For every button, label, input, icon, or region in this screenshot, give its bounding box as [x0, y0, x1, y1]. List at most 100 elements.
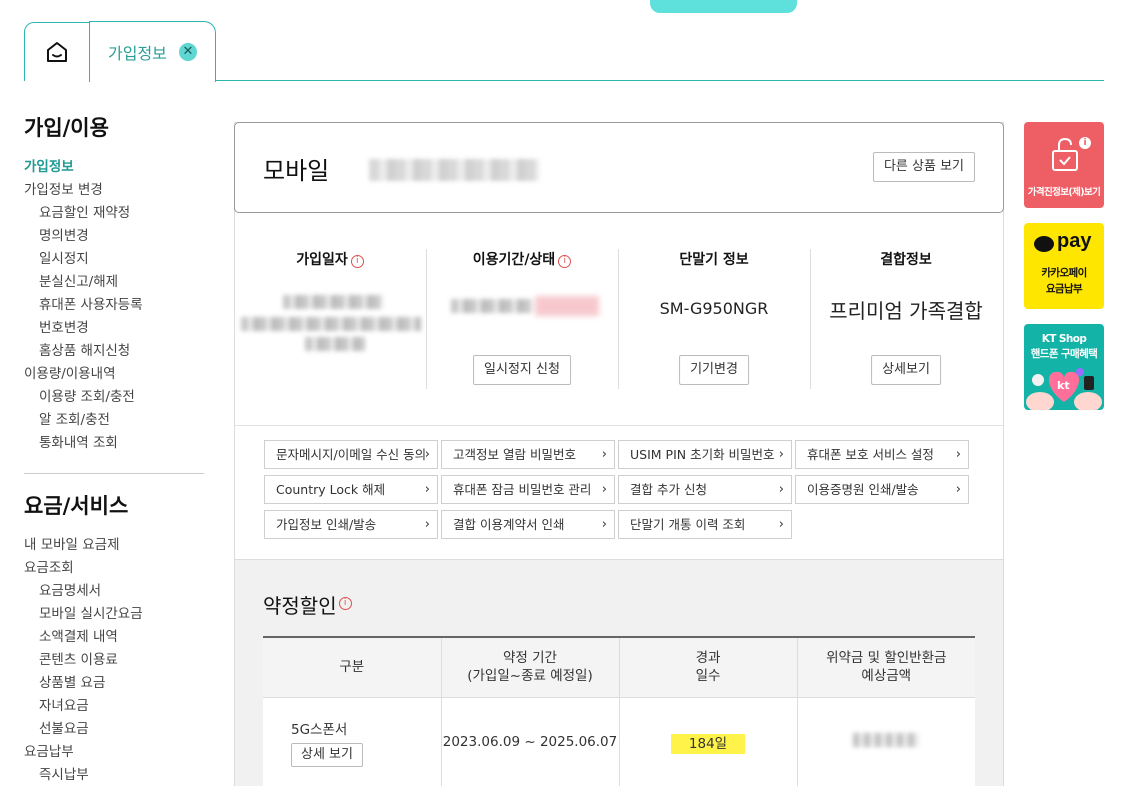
- quick-link-button[interactable]: 문자메시지/이메일 수신 동의 ›: [264, 440, 438, 469]
- cell-period: 2023.06.09 ~ 2025.06.07: [441, 697, 620, 786]
- info-icon[interactable]: i: [558, 255, 572, 268]
- chevron-right-icon: ›: [424, 517, 430, 532]
- tab-subscription-info[interactable]: 가입정보 ✕: [89, 21, 216, 82]
- quick-link-button[interactable]: 결합 이용계약서 인쇄 ›: [441, 510, 615, 539]
- sidebar-item[interactable]: 가입정보 변경: [24, 179, 204, 202]
- sidebar-item[interactable]: 요금납부: [24, 741, 204, 764]
- top-drawer-handle[interactable]: [650, 0, 797, 13]
- masked-value: [241, 317, 421, 331]
- sidebar-item[interactable]: 요금명세서: [24, 580, 204, 603]
- sidebar-item[interactable]: 번호변경: [24, 317, 204, 340]
- subscription-summary: 가입일자 i 이용기간/상태 i 일시정지 신청 단말기 정보 SM-G950NGR…: [235, 213, 1003, 425]
- sidebar-item[interactable]: 내 모바일 요금제: [24, 534, 204, 557]
- section-title: 약정할인: [263, 594, 337, 618]
- discount-type: 5G스폰서: [291, 721, 348, 738]
- sidebar-item[interactable]: 상품별 요금: [24, 672, 204, 695]
- masked-phone-number: [369, 159, 539, 181]
- quick-link-button[interactable]: 고객정보 열람 비밀번호 ›: [441, 440, 615, 469]
- sidebar-item[interactable]: 가입정보: [24, 156, 204, 179]
- sidebar-item[interactable]: 통화내역 조회: [24, 432, 204, 455]
- chevron-right-icon: ›: [424, 482, 430, 497]
- quick-link-label: 휴대폰 보호 서비스 설정: [807, 447, 934, 462]
- bundle-name: 프리미엄 가족결합: [829, 299, 983, 323]
- sidebar-item[interactable]: 즉시납부: [24, 764, 204, 786]
- sidebar-item[interactable]: 콘텐츠 이용료: [24, 649, 204, 672]
- banner-label: KT Shop: [1041, 333, 1087, 345]
- quick-links: 문자메시지/이메일 수신 동의 › 고객정보 열람 비밀번호 › USIM PIN 초기…: [235, 425, 1003, 559]
- contract-discount-section: 약정할인 i 구분 약정 기간 (가입일~종료 예정일) 경과 일수 위약금 및 할인…: [235, 559, 1003, 786]
- sidebar-item[interactable]: 명의변경: [24, 225, 204, 248]
- header-type: 구분: [263, 637, 442, 698]
- table-row: 5G스폰서 상세 보기 2023.06.09 ~ 2025.06.07 184일: [263, 697, 975, 786]
- quick-link-label: 고객정보 열람 비밀번호: [453, 447, 576, 462]
- other-products-button[interactable]: 다른 상품 보기: [872, 152, 975, 182]
- quick-link-button[interactable]: 휴대폰 보호 서비스 설정 ›: [795, 440, 969, 469]
- chevron-right-icon: ›: [424, 447, 430, 462]
- home-icon: [47, 42, 67, 62]
- info-icon[interactable]: i: [338, 597, 352, 610]
- sidebar-item[interactable]: 요금조회: [24, 557, 204, 580]
- info-icon: i: [1079, 137, 1091, 149]
- header-period: 약정 기간 (가입일~종료 예정일): [441, 637, 620, 698]
- cell-type: 5G스폰서 상세 보기: [263, 697, 442, 786]
- masked-amount: [853, 733, 920, 748]
- change-device-button[interactable]: 기기변경: [679, 355, 749, 385]
- join-date-column: 가입일자 i: [235, 249, 425, 389]
- sidebar-item[interactable]: 이용량/이용내역: [24, 363, 204, 386]
- speech-bubble-icon: [1034, 236, 1054, 252]
- column-heading: 결합정보: [880, 252, 932, 268]
- close-icon[interactable]: ✕: [178, 43, 197, 61]
- detail-button[interactable]: 상세 보기: [291, 742, 363, 767]
- quick-link-label: 휴대폰 잠금 비밀번호 관리: [453, 482, 592, 497]
- chevron-right-icon: ›: [601, 482, 607, 497]
- header-penalty: 위약금 및 할인반환금 예상금액: [797, 637, 975, 698]
- cell-days: 184일: [619, 697, 798, 786]
- kakaopay-logo: pay: [1034, 230, 1096, 255]
- sidebar-section-title: 가입/이용: [24, 116, 109, 140]
- chevron-right-icon: ›: [955, 447, 961, 462]
- elapsed-days: 184일: [670, 734, 746, 755]
- price-info-banner[interactable]: i 가격진정보(제)보기: [1024, 122, 1104, 208]
- info-icon[interactable]: i: [350, 255, 364, 268]
- sidebar-item[interactable]: 분실신고/해제: [24, 271, 204, 294]
- discount-table: 구분 약정 기간 (가입일~종료 예정일) 경과 일수 위약금 및 할인반환금 예상금…: [263, 636, 975, 786]
- column-heading: 이용기간/상태: [472, 252, 556, 268]
- bundle-info-column: 결합정보 프리미엄 가족결합 상세보기: [811, 249, 1001, 389]
- suspend-request-button[interactable]: 일시정지 신청: [473, 355, 571, 385]
- home-tab[interactable]: [24, 22, 90, 81]
- sidebar-item[interactable]: 일시정지: [24, 248, 204, 271]
- tab-label: 가입정보: [108, 44, 167, 63]
- header-days: 경과 일수: [619, 637, 798, 698]
- main-panel: 모바일 다른 상품 보기 가입일자 i 이용기간/상태 i 일시정지 신청 단말기 …: [234, 122, 1004, 786]
- chevron-right-icon: ›: [955, 482, 961, 497]
- quick-link-button[interactable]: 가입정보 인쇄/발송 ›: [264, 510, 438, 539]
- sidebar-item[interactable]: 이용량 조회/충전: [24, 386, 204, 409]
- sidebar-section-title: 요금/서비스: [24, 494, 129, 518]
- sidebar-item[interactable]: 소액결제 내역: [24, 626, 204, 649]
- quick-link-label: 결합 추가 신청: [630, 482, 707, 497]
- quick-link-button[interactable]: USIM PIN 초기화 비밀번호 ›: [618, 440, 792, 469]
- quick-link-label: 이용증명원 인쇄/발송: [807, 482, 919, 497]
- quick-link-button[interactable]: Country Lock 해제 ›: [264, 475, 438, 504]
- sidebar-item[interactable]: 모바일 실시간요금: [24, 603, 204, 626]
- kt-shop-banner[interactable]: KT Shop 핸드폰 구매혜택 kt: [1024, 324, 1104, 410]
- chevron-right-icon: ›: [601, 517, 607, 532]
- sidebar-item[interactable]: 자녀요금: [24, 695, 204, 718]
- quick-link-button[interactable]: 결합 추가 신청 ›: [618, 475, 792, 504]
- sidebar-item[interactable]: 알 조회/충전: [24, 409, 204, 432]
- masked-status: [535, 296, 599, 316]
- period-status-column: 이용기간/상태 i 일시정지 신청: [427, 249, 617, 389]
- quick-link-button[interactable]: 이용증명원 인쇄/발송 ›: [795, 475, 969, 504]
- mobile-title: 모바일: [263, 157, 330, 185]
- bundle-detail-button[interactable]: 상세보기: [871, 355, 941, 385]
- sidebar-item[interactable]: 요금할인 재약정: [24, 202, 204, 225]
- kakaopay-banner[interactable]: pay 카카오페이 요금납부: [1024, 223, 1104, 309]
- sidebar-item[interactable]: 선불요금: [24, 718, 204, 741]
- quick-link-button[interactable]: 휴대폰 잠금 비밀번호 관리 ›: [441, 475, 615, 504]
- table-header-row: 구분 약정 기간 (가입일~종료 예정일) 경과 일수 위약금 및 할인반환금 예상금…: [263, 637, 975, 698]
- quick-link-button[interactable]: 단말기 개통 이력 조회 ›: [618, 510, 792, 539]
- quick-link-label: 문자메시지/이메일 수신 동의: [276, 447, 427, 462]
- sidebar-item[interactable]: 홈상품 해지신청: [24, 340, 204, 363]
- sidebar-item[interactable]: 휴대폰 사용자등록: [24, 294, 204, 317]
- banner-label: 카카오페이: [1041, 267, 1087, 279]
